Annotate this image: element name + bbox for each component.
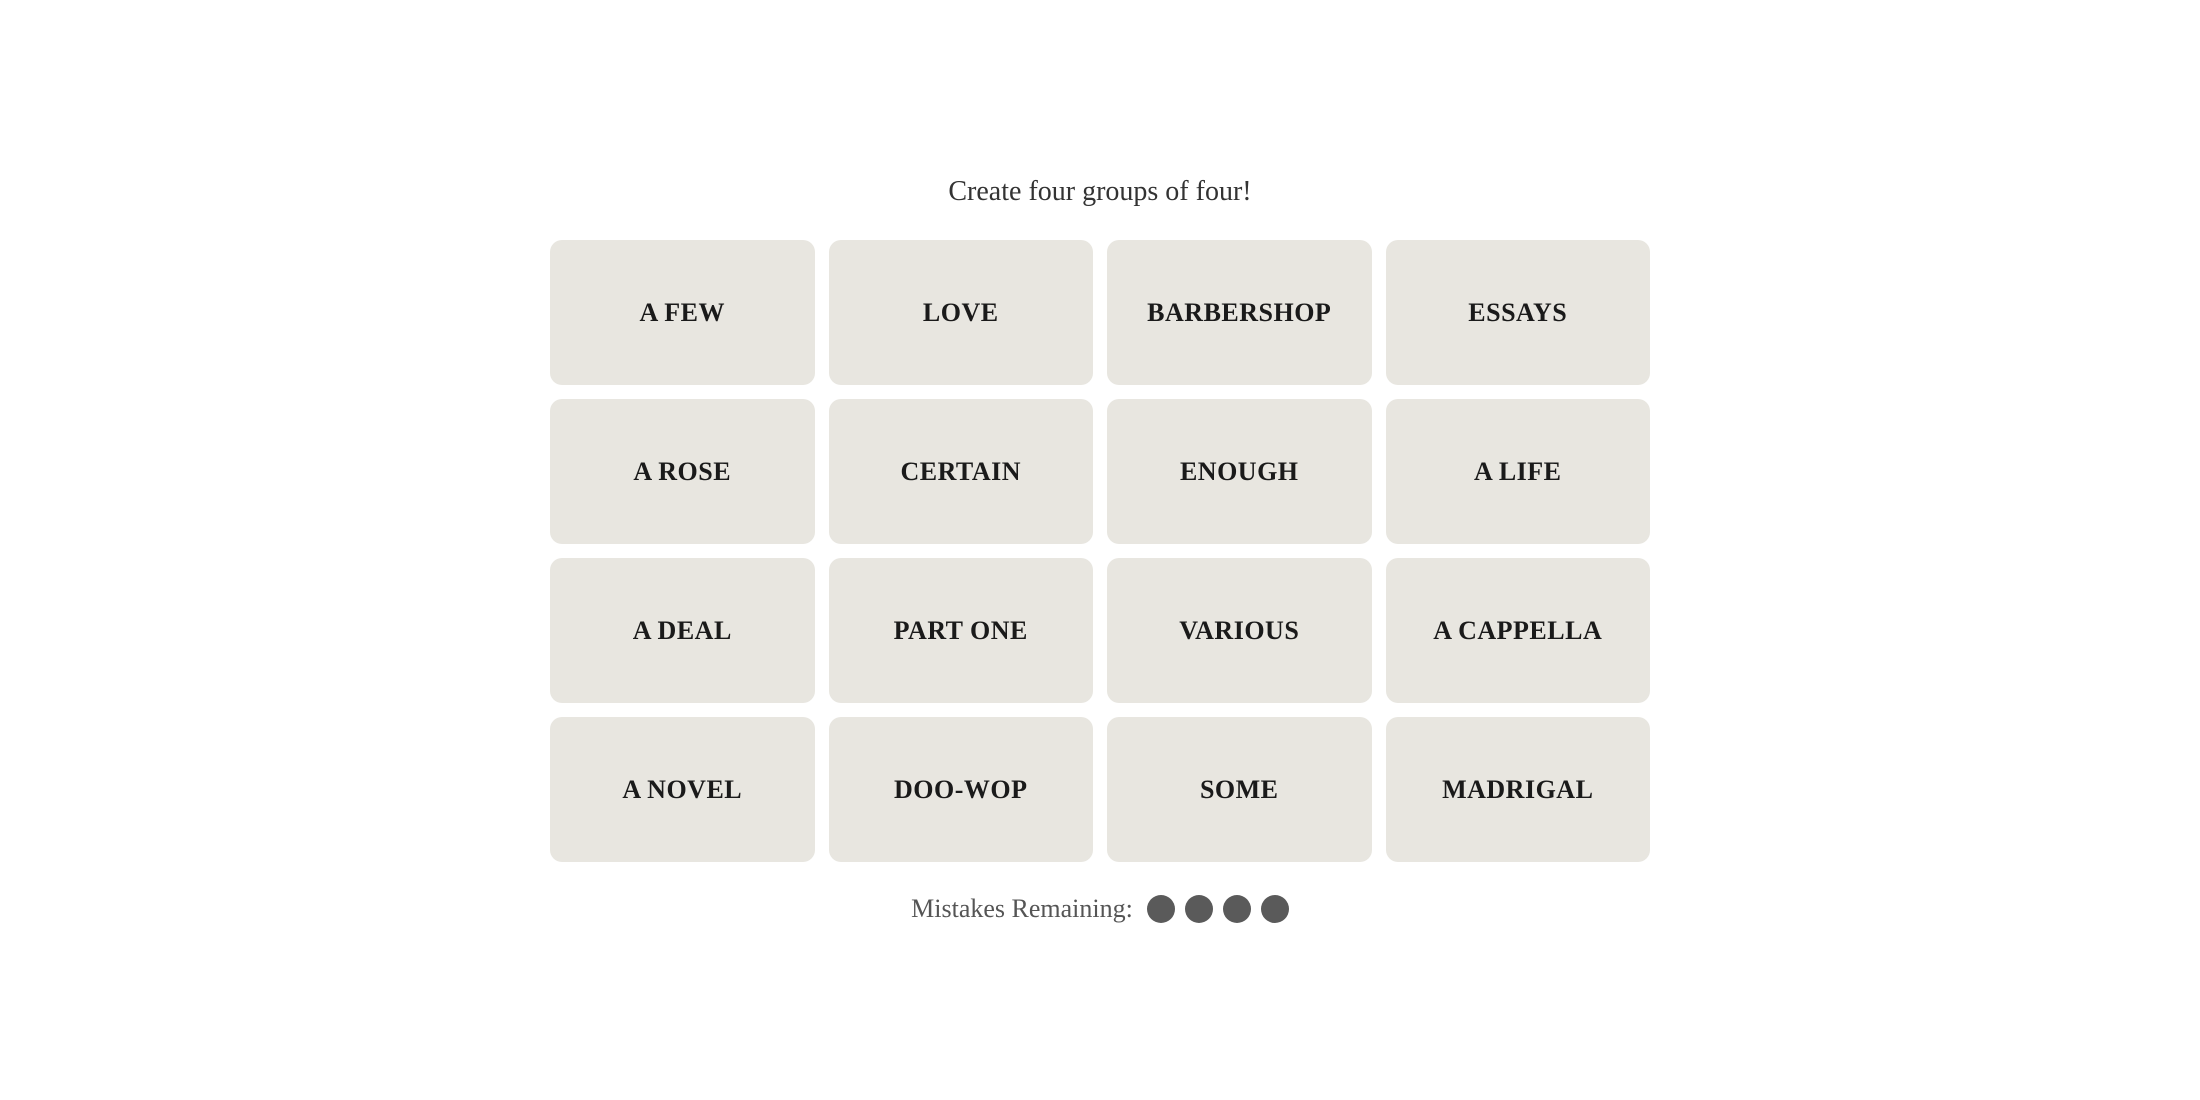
tile-label-3: ESSAYS bbox=[1468, 298, 1567, 328]
tile-10[interactable]: VARIOUS bbox=[1107, 558, 1372, 703]
tile-label-9: PART ONE bbox=[894, 616, 1028, 646]
tile-8[interactable]: A DEAL bbox=[550, 558, 815, 703]
tile-label-4: A ROSE bbox=[633, 457, 731, 487]
mistakes-label: Mistakes Remaining: bbox=[911, 894, 1133, 924]
tile-label-11: A CAPPELLA bbox=[1433, 616, 1602, 646]
mistakes-row: Mistakes Remaining: bbox=[911, 894, 1289, 924]
mistake-dot-1 bbox=[1185, 895, 1213, 923]
tile-1[interactable]: LOVE bbox=[829, 240, 1094, 385]
tile-label-14: SOME bbox=[1200, 775, 1279, 805]
tile-label-15: MADRIGAL bbox=[1442, 775, 1593, 805]
mistakes-dots bbox=[1147, 895, 1289, 923]
tile-label-8: A DEAL bbox=[633, 616, 732, 646]
tile-2[interactable]: BARBERSHOP bbox=[1107, 240, 1372, 385]
tile-9[interactable]: PART ONE bbox=[829, 558, 1094, 703]
tile-label-10: VARIOUS bbox=[1179, 616, 1299, 646]
game-container: Create four groups of four! A FEW LOVE BAR… bbox=[550, 176, 1650, 924]
tile-label-13: DOO-WOP bbox=[894, 775, 1028, 805]
tile-0[interactable]: A FEW bbox=[550, 240, 815, 385]
tile-label-6: ENOUGH bbox=[1180, 457, 1299, 487]
tile-label-1: LOVE bbox=[923, 298, 999, 328]
tile-grid: A FEW LOVE BARBERSHOP ESSAYS A ROSE CERTAIN EN… bbox=[550, 240, 1650, 862]
tile-3[interactable]: ESSAYS bbox=[1386, 240, 1651, 385]
tile-13[interactable]: DOO-WOP bbox=[829, 717, 1094, 862]
tile-label-7: A LIFE bbox=[1474, 457, 1562, 487]
tile-5[interactable]: CERTAIN bbox=[829, 399, 1094, 544]
tile-label-5: CERTAIN bbox=[900, 457, 1021, 487]
mistake-dot-0 bbox=[1147, 895, 1175, 923]
tile-label-2: BARBERSHOP bbox=[1147, 298, 1331, 328]
tile-7[interactable]: A LIFE bbox=[1386, 399, 1651, 544]
subtitle: Create four groups of four! bbox=[948, 176, 1251, 208]
tile-6[interactable]: ENOUGH bbox=[1107, 399, 1372, 544]
tile-4[interactable]: A ROSE bbox=[550, 399, 815, 544]
mistake-dot-2 bbox=[1223, 895, 1251, 923]
tile-label-0: A FEW bbox=[639, 298, 725, 328]
tile-12[interactable]: A NOVEL bbox=[550, 717, 815, 862]
tile-15[interactable]: MADRIGAL bbox=[1386, 717, 1651, 862]
tile-label-12: A NOVEL bbox=[622, 775, 742, 805]
mistake-dot-3 bbox=[1261, 895, 1289, 923]
tile-11[interactable]: A CAPPELLA bbox=[1386, 558, 1651, 703]
tile-14[interactable]: SOME bbox=[1107, 717, 1372, 862]
